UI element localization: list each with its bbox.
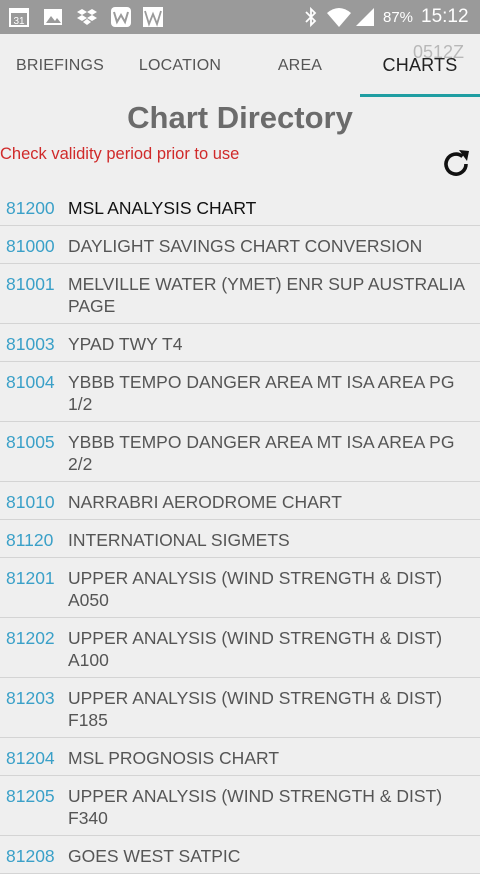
bluetooth-icon: [300, 6, 322, 28]
list-item[interactable]: 81004 YBBB TEMPO DANGER AREA MT ISA AREA …: [0, 362, 480, 422]
list-item[interactable]: 81202 UPPER ANALYSIS (WIND STRENGTH & DIS…: [0, 618, 480, 678]
tab-location[interactable]: LOCATION: [120, 34, 240, 97]
chart-code: 81203: [6, 688, 55, 708]
list-item[interactable]: 81005 YBBB TEMPO DANGER AREA MT ISA AREA …: [0, 422, 480, 482]
chart-code: 81201: [6, 568, 55, 588]
wikipedia-icon: [142, 6, 164, 28]
status-clock: 15:12: [421, 6, 469, 27]
list-item[interactable]: 81200 MSL ANALYSIS CHART: [0, 188, 480, 226]
status-bar: 31 87% 15:12: [0, 0, 480, 34]
page-title: Chart Directory: [127, 100, 353, 135]
chart-name: UPPER ANALYSIS (WIND STRENGTH & DIST) A0…: [68, 568, 443, 610]
list-item[interactable]: 81000 DAYLIGHT SAVINGS CHART CONVERSION: [0, 226, 480, 264]
chart-name: UPPER ANALYSIS (WIND STRENGTH & DIST) F3…: [68, 786, 443, 828]
chart-name: MSL ANALYSIS CHART: [68, 198, 257, 218]
list-item[interactable]: 81204 MSL PROGNOSIS CHART: [0, 738, 480, 776]
active-tab-indicator: [360, 94, 480, 97]
chart-code: 81205: [6, 786, 55, 806]
chart-name: YBBB TEMPO DANGER AREA MT ISA AREA PG 2/…: [68, 432, 455, 474]
dropbox-icon: [76, 6, 98, 28]
tab-bar: BRIEFINGS LOCATION AREA CHARTS 0512Z: [0, 34, 480, 97]
validity-warning: Check validity period prior to use: [0, 145, 240, 163]
refresh-button[interactable]: [434, 142, 478, 186]
list-item[interactable]: 81003 YPAD TWY T4: [0, 324, 480, 362]
list-item[interactable]: 81201 UPPER ANALYSIS (WIND STRENGTH & DIS…: [0, 558, 480, 618]
chart-code: 81200: [6, 198, 55, 218]
chart-code: 81000: [6, 236, 55, 256]
chart-code: 81120: [6, 530, 54, 550]
wifi-icon: [326, 6, 352, 28]
list-item[interactable]: 81001 MELVILLE WATER (YMET) ENR SUP AUSTR…: [0, 264, 480, 324]
list-item[interactable]: 81120 INTERNATIONAL SIGMETS: [0, 520, 480, 558]
chart-code: 81001: [6, 274, 55, 294]
chart-name: INTERNATIONAL SIGMETS: [68, 530, 290, 550]
chart-name: UPPER ANALYSIS (WIND STRENGTH & DIST) F1…: [68, 688, 443, 730]
chart-code: 81005: [6, 432, 55, 452]
chart-code: 81010: [6, 492, 55, 512]
svg-text:31: 31: [13, 16, 25, 27]
chart-name: YBBB TEMPO DANGER AREA MT ISA AREA PG 1/…: [68, 372, 455, 414]
chart-name: UPPER ANALYSIS (WIND STRENGTH & DIST) A1…: [68, 628, 443, 670]
chart-list: 81200 MSL ANALYSIS CHART 81000 DAYLIGHT SAV…: [0, 188, 480, 874]
utc-time: 0512Z: [413, 42, 465, 62]
tab-briefings[interactable]: BRIEFINGS: [0, 34, 120, 97]
tab-area[interactable]: AREA: [240, 34, 360, 97]
chart-name: GOES WEST SATPIC: [68, 846, 241, 866]
chart-code: 81003: [6, 334, 55, 354]
image-icon: [42, 6, 64, 28]
signal-icon: [354, 6, 376, 28]
list-item[interactable]: 81208 GOES WEST SATPIC: [0, 836, 480, 874]
chart-name: DAYLIGHT SAVINGS CHART CONVERSION: [68, 236, 423, 256]
chart-name: NARRABRI AERODROME CHART: [68, 492, 342, 512]
chart-code: 81202: [6, 628, 55, 648]
calendar-icon: 31: [8, 6, 30, 28]
chart-name: YPAD TWY T4: [68, 334, 183, 354]
battery-level: 87%: [383, 9, 414, 26]
list-item[interactable]: 81203 UPPER ANALYSIS (WIND STRENGTH & DIS…: [0, 678, 480, 738]
chart-code: 81204: [6, 748, 55, 768]
list-item[interactable]: 81010 NARRABRI AERODROME CHART: [0, 482, 480, 520]
chart-name: MSL PROGNOSIS CHART: [68, 748, 280, 768]
chart-code: 81208: [6, 846, 55, 866]
w-app-icon: [110, 6, 132, 28]
refresh-icon: [444, 150, 469, 176]
list-item[interactable]: 81205 UPPER ANALYSIS (WIND STRENGTH & DIS…: [0, 776, 480, 836]
chart-code: 81004: [6, 372, 55, 392]
chart-name: MELVILLE WATER (YMET) ENR SUP AUSTRALIA …: [68, 274, 465, 316]
